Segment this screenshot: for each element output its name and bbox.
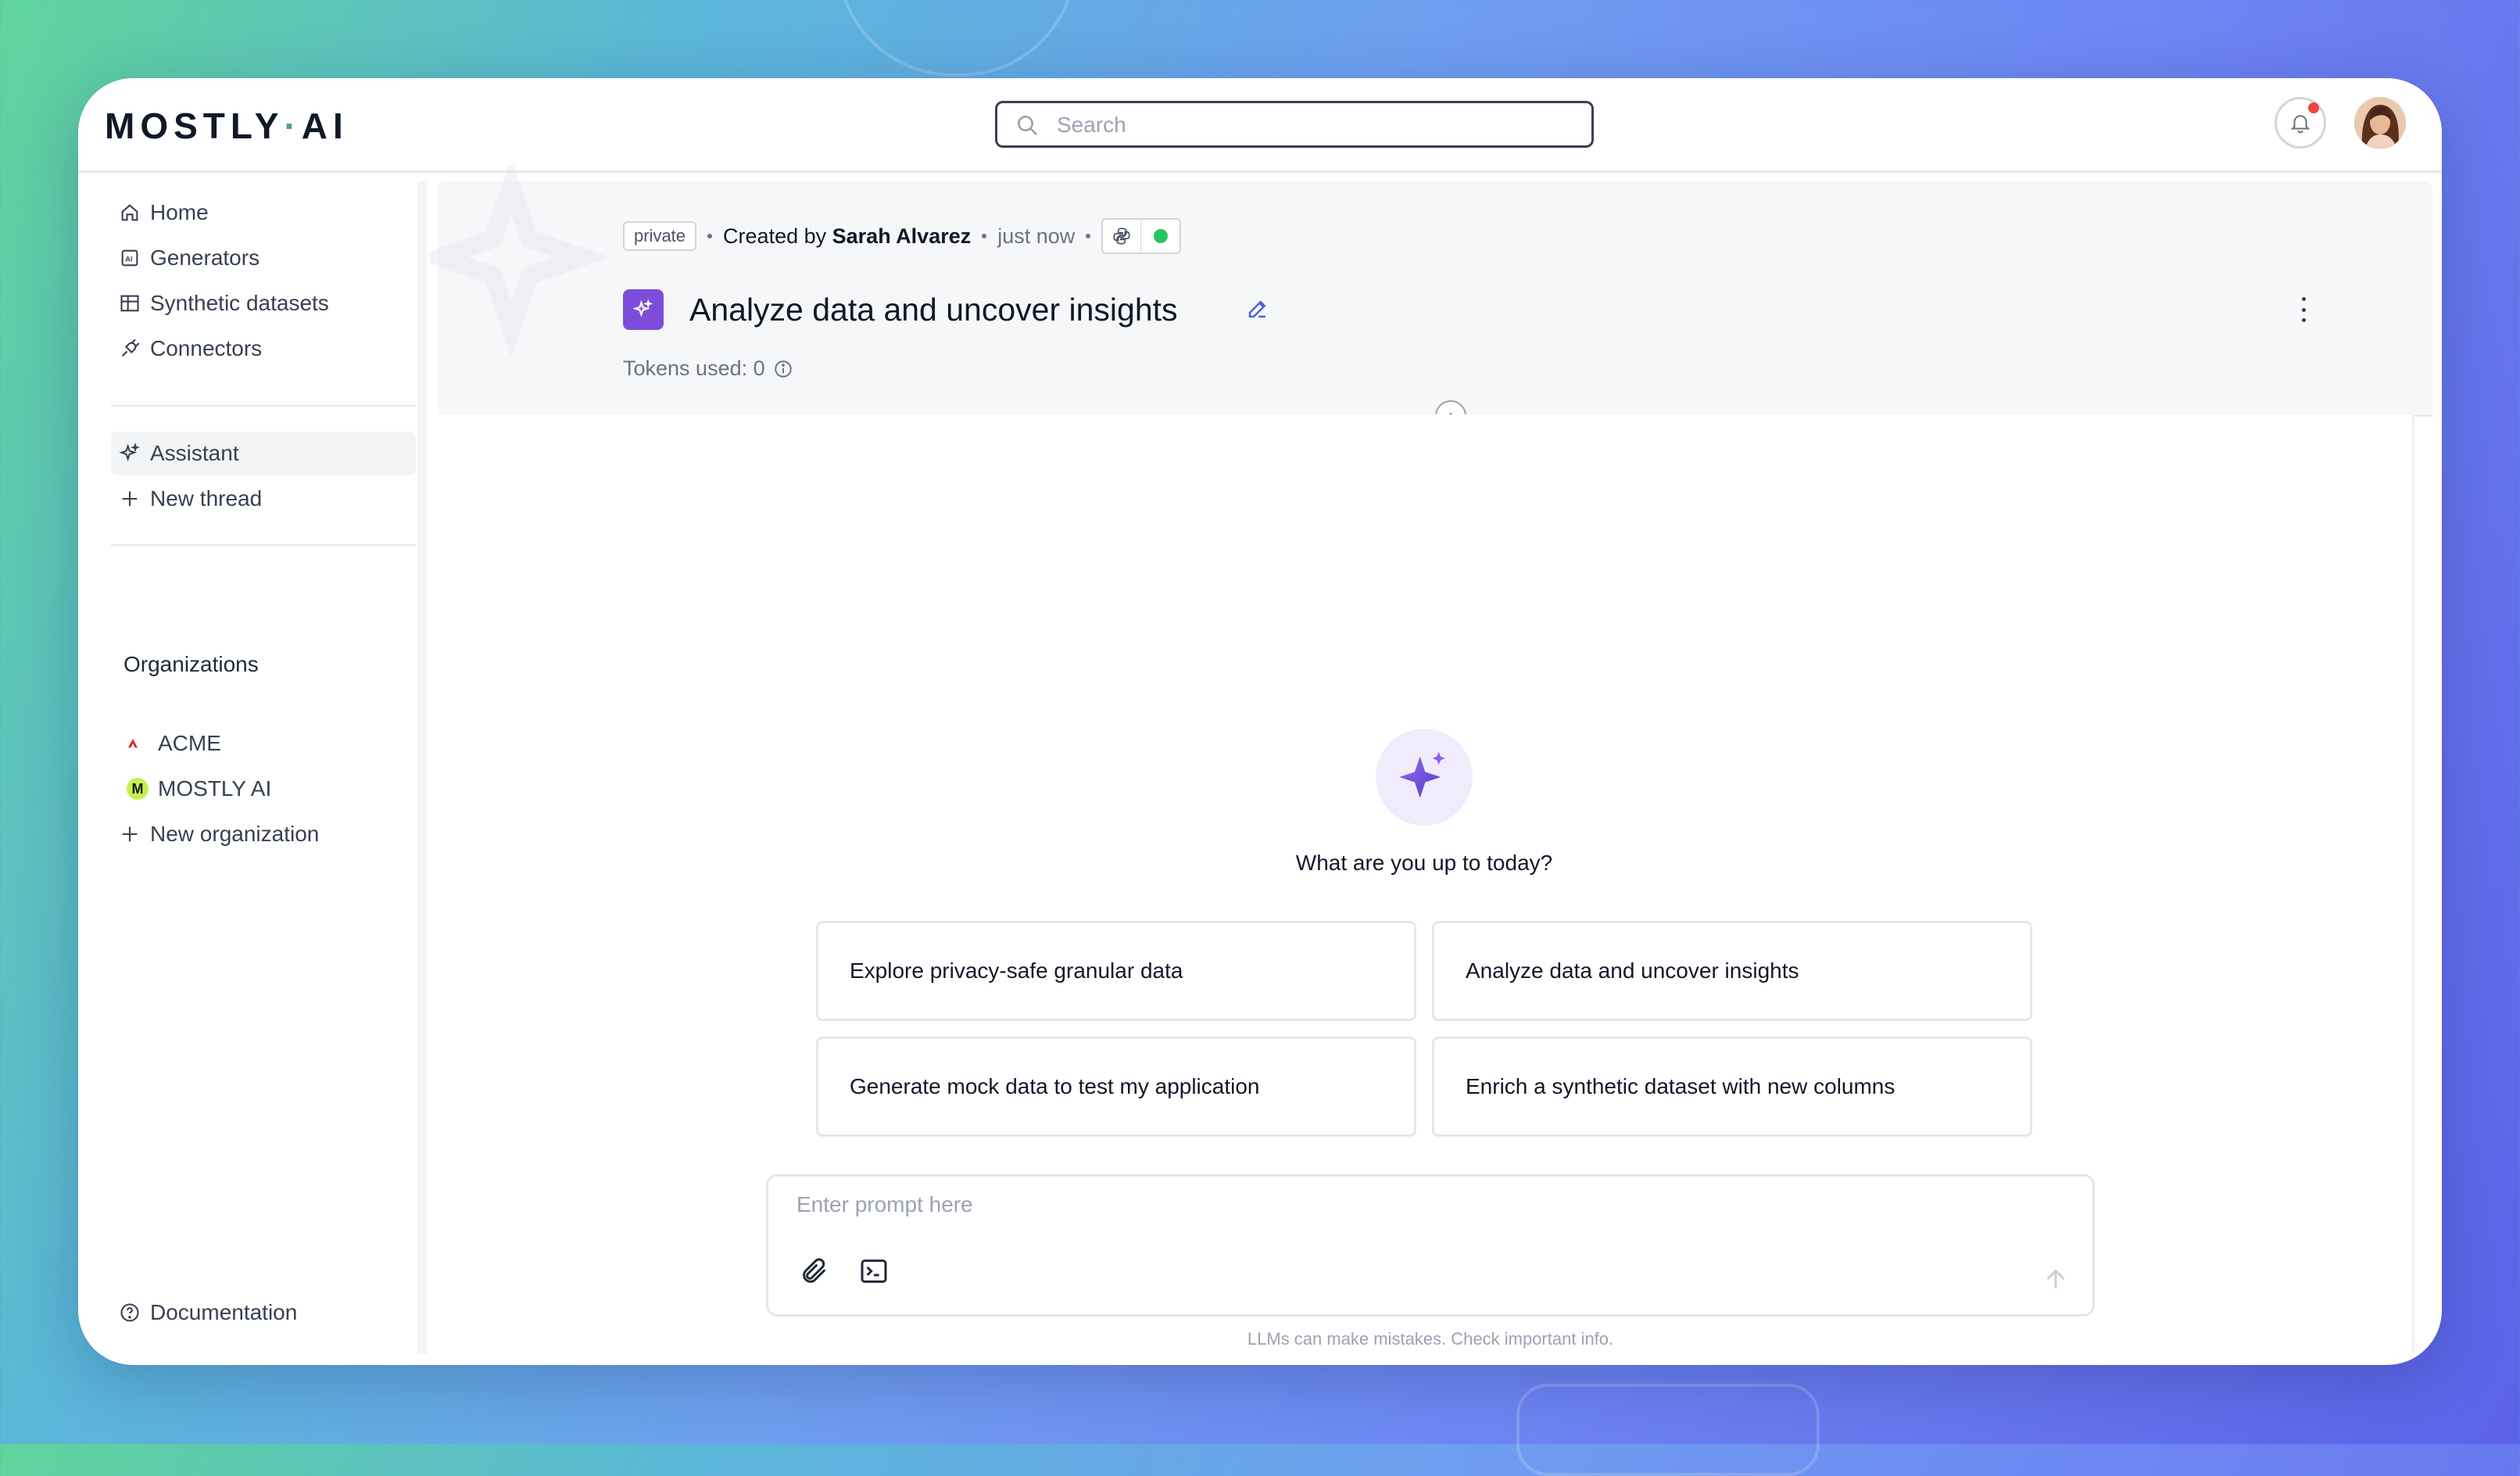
disclaimer-text: LLMs can make mistakes. Check important …: [1247, 1329, 1614, 1349]
sparkle-icon: [1399, 752, 1445, 798]
arrow-up-icon: [2046, 1269, 2065, 1288]
sidebar-item-label: ACME: [158, 731, 221, 755]
sidebar-item-assistant[interactable]: Assistant: [119, 432, 239, 475]
logo-text: MOSTLY: [105, 106, 285, 146]
status-indicator: [1140, 220, 1179, 253]
thread-icon: [623, 289, 664, 330]
sidebar-panel: Home AI Generators Synthetic datasets Co…: [84, 181, 427, 1354]
table-icon: [120, 295, 139, 312]
search-box[interactable]: [995, 101, 1594, 148]
background-decoration: [1516, 1384, 1820, 1476]
sidebar-item-new-organization[interactable]: New organization: [119, 813, 319, 855]
organizations-heading: Organizations: [123, 652, 259, 676]
tokens-used: Tokens used: 0: [623, 356, 793, 381]
sidebar-item-home[interactable]: Home: [119, 192, 209, 234]
paperclip-icon: [803, 1258, 826, 1283]
sidebar-item-label: Documentation: [150, 1300, 298, 1324]
python-icon: [1103, 220, 1140, 253]
sidebar-item-label: Assistant: [150, 441, 239, 465]
search-input[interactable]: [1055, 103, 1574, 147]
terminal-icon: [861, 1259, 887, 1283]
sidebar-item-label: Synthetic datasets: [150, 291, 329, 315]
plus-icon: [122, 826, 138, 842]
created-by-label: Created by: [723, 224, 827, 248]
bell-icon: [2290, 115, 2311, 134]
sidebar-item-org-acme[interactable]: ACME: [127, 722, 221, 765]
sidebar-item-new-thread[interactable]: New thread: [119, 478, 262, 520]
attach-button[interactable]: [796, 1253, 832, 1289]
thread-meta: private Created by Sarah Alvarez just no…: [623, 218, 1182, 254]
notifications-button[interactable]: [2275, 97, 2326, 149]
tokens-used-label: Tokens used: 0: [623, 356, 765, 380]
separator-dot: [707, 234, 713, 238]
more-options-icon: [2301, 297, 2306, 301]
sidebar-item-label: MOSTLY AI: [158, 776, 272, 801]
online-status-dot: [1154, 229, 1169, 243]
plug-icon: [121, 339, 140, 357]
sidebar-item-label: New thread: [150, 486, 263, 511]
mostly-ai-logo: M: [127, 778, 149, 800]
assistant-sparkle-badge: [1376, 729, 1473, 826]
avatar-image: [2354, 97, 2406, 149]
sidebar-item-documentation[interactable]: Documentation: [119, 1292, 297, 1334]
sidebar-divider: [111, 544, 416, 546]
separator-dot: [982, 234, 987, 238]
sidebar-item-label: New organization: [150, 822, 320, 846]
prompt-input[interactable]: [795, 1191, 1971, 1241]
sidebar: Home AI Generators Synthetic datasets Co…: [84, 181, 427, 1354]
info-icon[interactable]: [773, 359, 793, 379]
app-window: MOSTLY·AI Home: [78, 78, 2442, 1365]
timestamp: just now: [997, 224, 1076, 248]
sidebar-item-connectors[interactable]: Connectors: [119, 328, 262, 370]
more-options-button[interactable]: [2292, 292, 2315, 327]
plus-icon: [122, 491, 138, 507]
help-circle-icon: [120, 1303, 139, 1322]
page-title: Analyze data and uncover insights: [689, 292, 1178, 328]
svg-text:AI: AI: [125, 256, 132, 263]
visibility-badge: private: [623, 221, 697, 251]
sidebar-item-generators[interactable]: AI Generators: [119, 237, 260, 279]
logo-text-ai: AI: [301, 106, 349, 146]
top-bar: MOSTLY·AI: [78, 78, 2442, 173]
search-icon: [1018, 116, 1037, 135]
home-icon: [121, 204, 138, 221]
sidebar-item-synthetic-datasets[interactable]: Synthetic datasets: [119, 282, 329, 324]
notification-badge: [2308, 102, 2319, 113]
sidebar-item-label: Generators: [150, 245, 260, 270]
mostly-ai-logo[interactable]: MOSTLY·AI: [105, 105, 349, 147]
suggestion-card[interactable]: Explore privacy-safe granular data: [816, 921, 1416, 1021]
sidebar-item-label: Connectors: [150, 336, 263, 360]
acme-logo: [127, 733, 149, 754]
sparkle-icon: [119, 442, 141, 462]
generator-icon: AI: [121, 249, 138, 267]
thread-header: private Created by Sarah Alvarez just no…: [430, 166, 2432, 417]
sidebar-divider: [111, 405, 416, 407]
separator-dot: [1086, 234, 1091, 238]
user-avatar[interactable]: [2354, 97, 2406, 149]
suggestion-card[interactable]: Generate mock data to test my applicatio…: [816, 1037, 1416, 1137]
send-button[interactable]: [2038, 1261, 2074, 1297]
background-decoration: [836, 0, 1077, 77]
runtime-status-group[interactable]: [1101, 218, 1182, 254]
prompt-box: [766, 1174, 2095, 1317]
suggestion-card[interactable]: Enrich a synthetic dataset with new colu…: [1432, 1037, 2032, 1137]
sidebar-item-label: Home: [150, 200, 209, 224]
sparkle-icon: [632, 299, 653, 317]
suggestion-card[interactable]: Analyze data and uncover insights: [1432, 921, 2032, 1021]
decorative-sparkle-watermark: [430, 166, 610, 356]
sidebar-item-org-mostly-ai[interactable]: M MOSTLY AI: [127, 768, 271, 810]
logo-dot: ·: [284, 106, 302, 146]
author-name: Sarah Alvarez: [832, 224, 972, 248]
greeting-text: What are you up to today?: [1295, 851, 1553, 875]
edit-icon[interactable]: [1246, 297, 1269, 321]
code-interpreter-button[interactable]: [856, 1253, 892, 1289]
